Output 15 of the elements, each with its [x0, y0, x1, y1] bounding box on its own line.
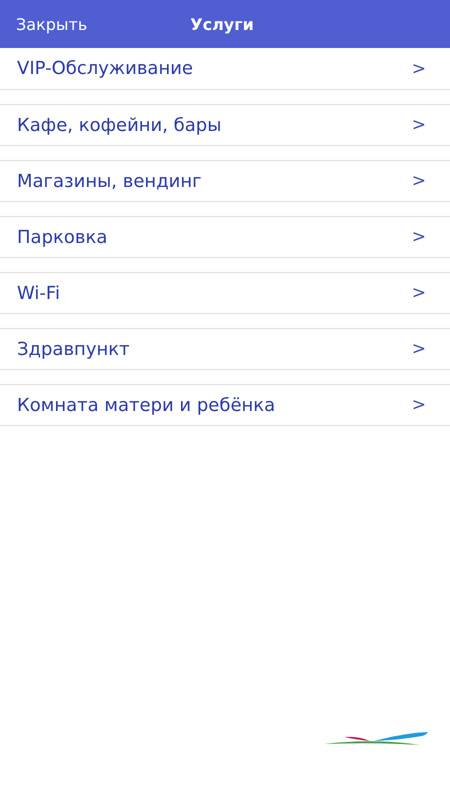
- chevron-icon: >: [412, 283, 426, 303]
- service-item[interactable]: Wi-Fi >: [0, 272, 450, 314]
- chevron-icon: >: [412, 227, 426, 247]
- chevron-icon: >: [412, 339, 426, 359]
- service-item[interactable]: Здравпункт >: [0, 328, 450, 370]
- service-item[interactable]: Парковка >: [0, 216, 450, 258]
- chevron-icon: >: [412, 171, 426, 191]
- chevron-icon: >: [412, 395, 426, 415]
- close-button[interactable]: Закрыть: [16, 14, 88, 34]
- chevron-icon: >: [412, 58, 426, 78]
- service-item[interactable]: Комната матери и ребёнка >: [0, 384, 450, 426]
- service-item[interactable]: Кафе, кофейни, бары >: [0, 104, 450, 146]
- service-item[interactable]: Магазины, вендинг >: [0, 160, 450, 202]
- chevron-icon: >: [412, 115, 426, 135]
- screen-title: Услуги: [190, 14, 254, 34]
